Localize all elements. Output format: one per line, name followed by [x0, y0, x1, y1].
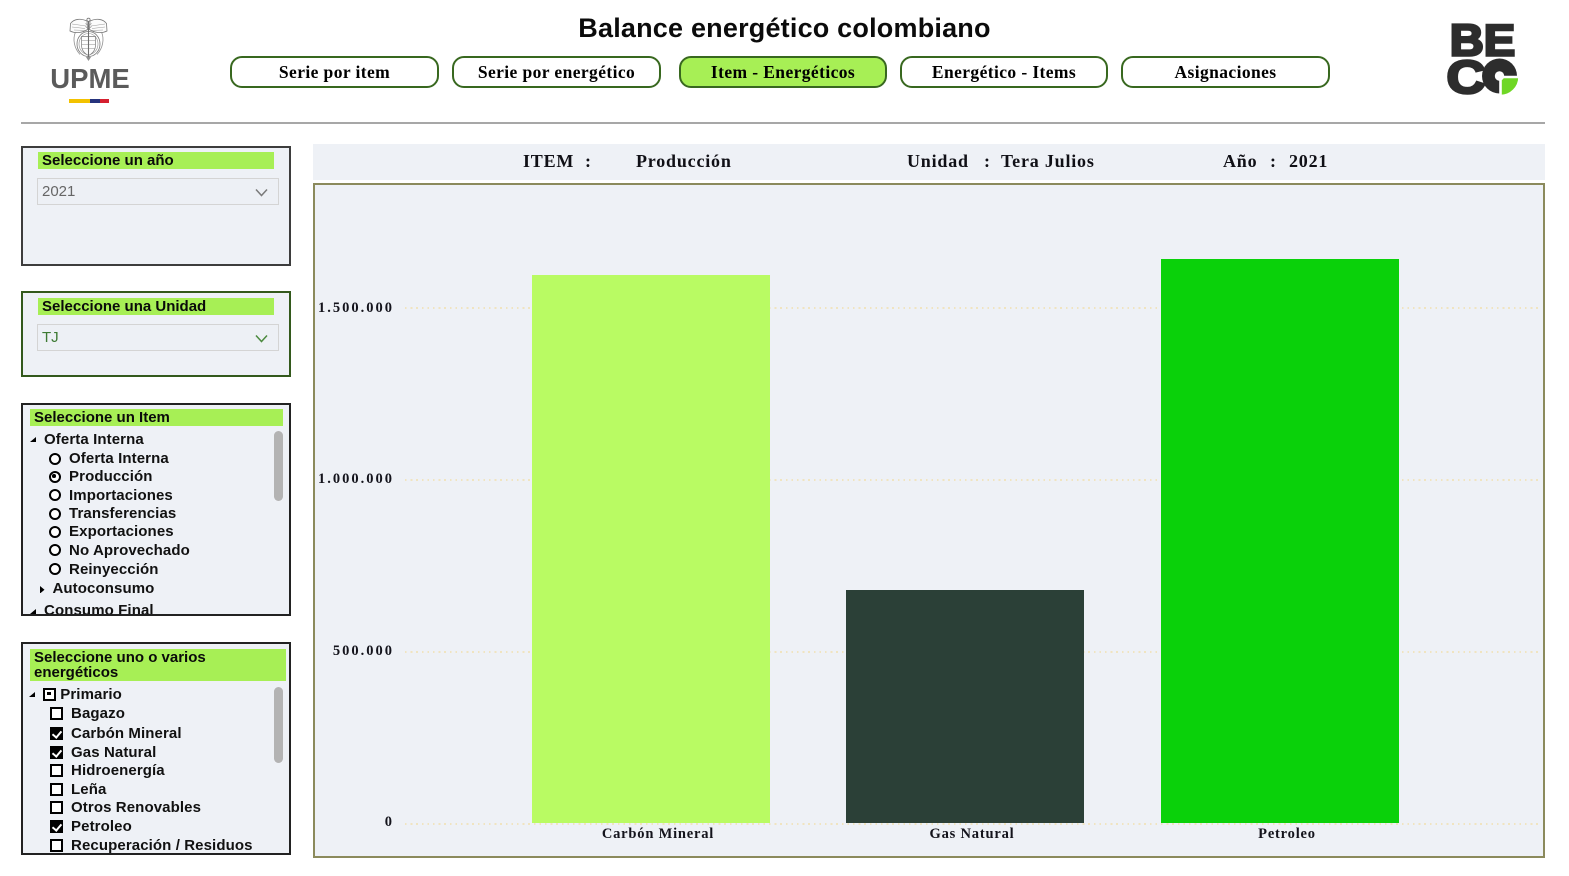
- svg-text:C: C: [1447, 52, 1486, 97]
